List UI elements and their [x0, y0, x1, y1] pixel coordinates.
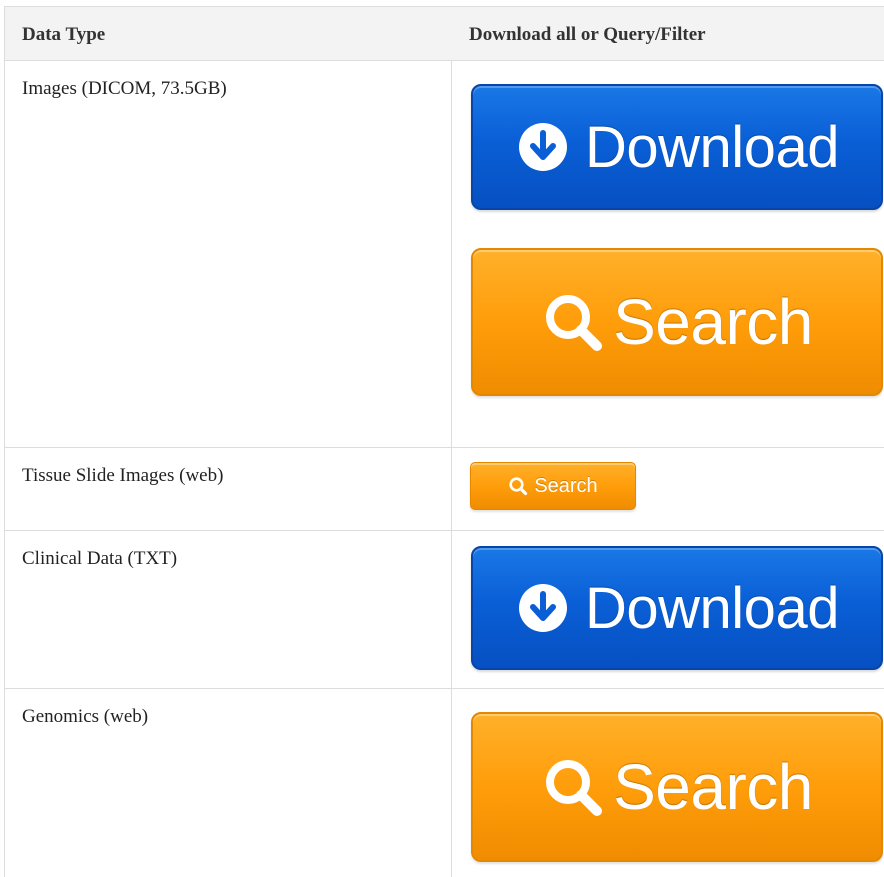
table-row: Clinical Data (TXT) Download [5, 531, 884, 689]
search-tissue-slide-button[interactable]: Search [470, 462, 636, 510]
download-clinical-button[interactable]: Download [471, 546, 883, 670]
table-row: Images (DICOM, 73.5GB) Download Search [5, 61, 884, 448]
data-table: Data Type Download all or Query/Filter I… [4, 6, 884, 877]
row-label-images: Images (DICOM, 73.5GB) [22, 78, 227, 99]
download-circle-icon [519, 123, 568, 171]
search-button-label: Search [613, 286, 813, 358]
search-icon [546, 760, 603, 816]
header-download: Download all or Query/Filter [469, 24, 706, 45]
download-images-button[interactable]: Download [471, 84, 883, 210]
table-header-row: Data Type Download all or Query/Filter [5, 6, 884, 61]
download-circle-icon [519, 584, 568, 632]
search-icon [546, 295, 603, 351]
table-row: Genomics (web) Search [5, 689, 884, 877]
row-label-tissue-slide: Tissue Slide Images (web) [22, 465, 224, 486]
search-images-button[interactable]: Search [471, 248, 883, 396]
table-row: Tissue Slide Images (web) Search [5, 448, 884, 531]
download-button-label: Download [585, 114, 839, 180]
search-genomics-button[interactable]: Search [471, 712, 883, 862]
row-label-clinical-data: Clinical Data (TXT) [22, 548, 178, 569]
search-button-label: Search [534, 474, 598, 497]
search-icon [509, 477, 528, 496]
download-button-label: Download [585, 575, 839, 641]
row-label-genomics: Genomics (web) [22, 706, 149, 727]
search-button-label: Search [613, 751, 813, 823]
header-data-type: Data Type [22, 24, 106, 45]
